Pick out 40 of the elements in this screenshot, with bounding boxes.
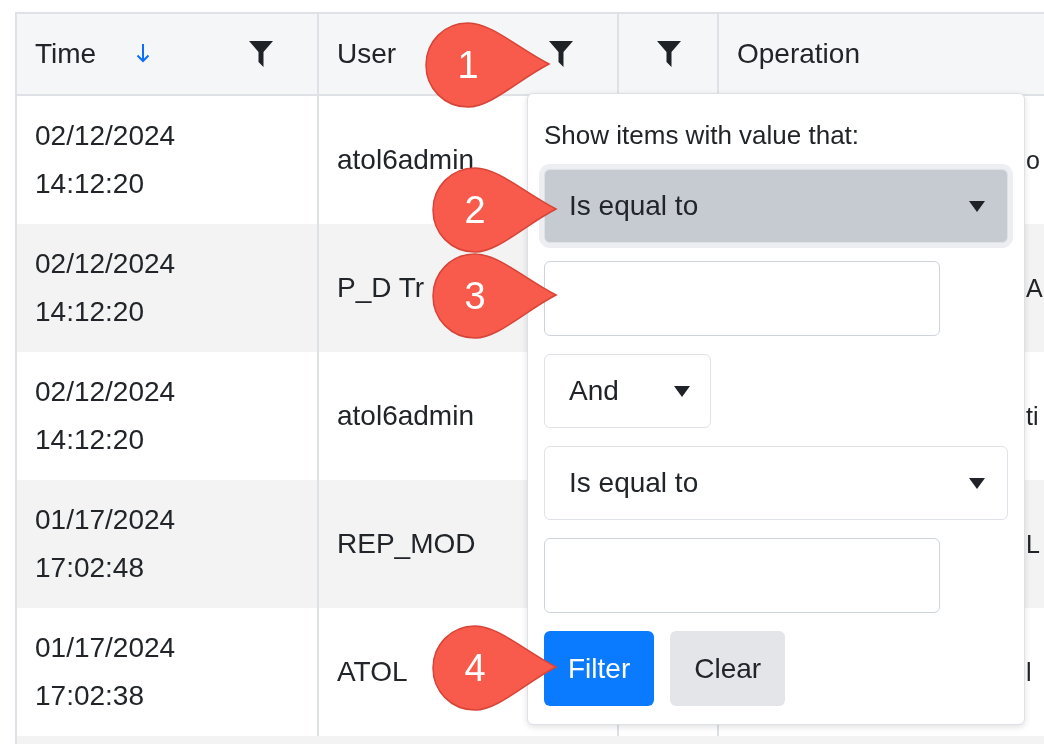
header-label[interactable]: Operation: [737, 33, 860, 75]
user-name: REP_MOD: [337, 527, 476, 561]
operation-text: o: [1026, 145, 1040, 176]
clear-button[interactable]: Clear: [670, 631, 786, 706]
time-text: 14:12:20: [35, 167, 144, 201]
sort-descending-icon[interactable]: [136, 44, 151, 64]
filter-prompt: Show items with value that:: [544, 119, 861, 152]
caret-icon: [969, 477, 985, 489]
filter-icon[interactable]: [249, 41, 273, 67]
caret-icon: [674, 385, 690, 397]
date-text: 02/12/2024: [35, 375, 176, 409]
time-text: 17:02:48: [35, 551, 144, 585]
step-callout: 4: [430, 623, 558, 713]
operation-text: ti: [1026, 401, 1039, 432]
filter-icon[interactable]: [657, 41, 681, 67]
step-callout: 3: [430, 251, 558, 341]
date-text: 01/17/2024: [35, 503, 176, 537]
operation-text: L: [1026, 529, 1040, 560]
user-name: ATOL: [337, 655, 408, 689]
time-text: 14:12:20: [35, 295, 144, 329]
operation-text: A: [1026, 273, 1043, 304]
operation-text: l: [1026, 657, 1032, 688]
value-input[interactable]: [544, 261, 940, 336]
user-name: atol6admin: [337, 399, 474, 433]
column-header[interactable]: Time: [17, 14, 319, 96]
step-callout: 1: [423, 20, 551, 110]
logic-dropdown[interactable]: And: [544, 354, 711, 428]
date-text: 01/17/2024: [35, 631, 176, 665]
value-input[interactable]: [544, 538, 940, 613]
condition-dropdown[interactable]: Is equal to: [544, 446, 1008, 520]
time-text: 17:02:38: [35, 679, 144, 713]
header-label[interactable]: Time: [35, 33, 97, 75]
date-text: 02/12/2024: [35, 247, 176, 281]
header-label[interactable]: User: [337, 33, 397, 75]
user-name: P_D Tr: [337, 271, 425, 305]
date-text: 02/12/2024: [35, 119, 176, 153]
time-text: 14:12:20: [35, 423, 144, 457]
column-header[interactable]: Operation: [719, 14, 1044, 96]
filter-button[interactable]: Filter: [544, 631, 655, 706]
caret-icon: [969, 200, 985, 212]
